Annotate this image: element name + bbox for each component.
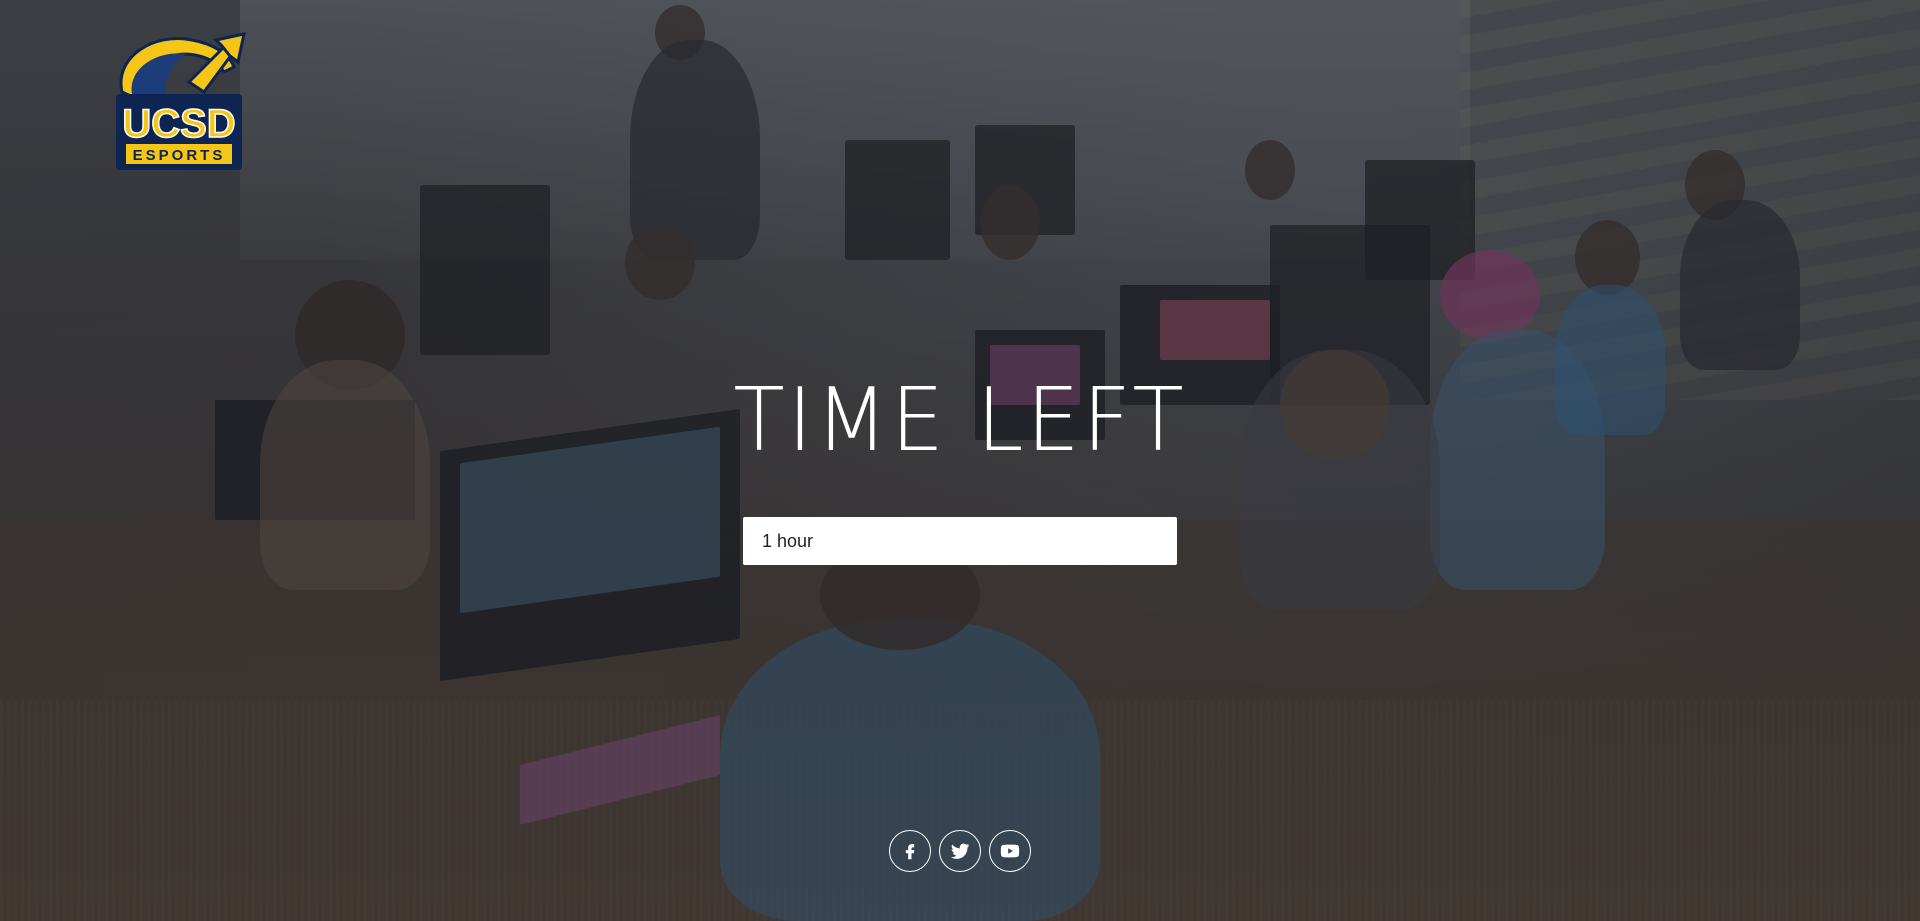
- logo-line1: UCSD: [122, 102, 235, 146]
- time-left-field[interactable]: [743, 517, 1177, 565]
- youtube-link[interactable]: [989, 830, 1031, 872]
- facebook-icon: [905, 844, 915, 860]
- ucsd-esports-logo[interactable]: UCSD ESPORTS: [104, 32, 254, 177]
- twitter-link[interactable]: [939, 830, 981, 872]
- logo-line2: ESPORTS: [133, 147, 226, 164]
- page-title: TIME LEFT: [733, 369, 1187, 471]
- youtube-icon: [1000, 844, 1020, 858]
- page: UCSD ESPORTS TIME LEFT: [0, 0, 1920, 921]
- logo-graphic: UCSD ESPORTS: [116, 32, 246, 170]
- facebook-link[interactable]: [889, 830, 931, 872]
- social-links: [0, 830, 1920, 872]
- twitter-icon: [950, 843, 970, 859]
